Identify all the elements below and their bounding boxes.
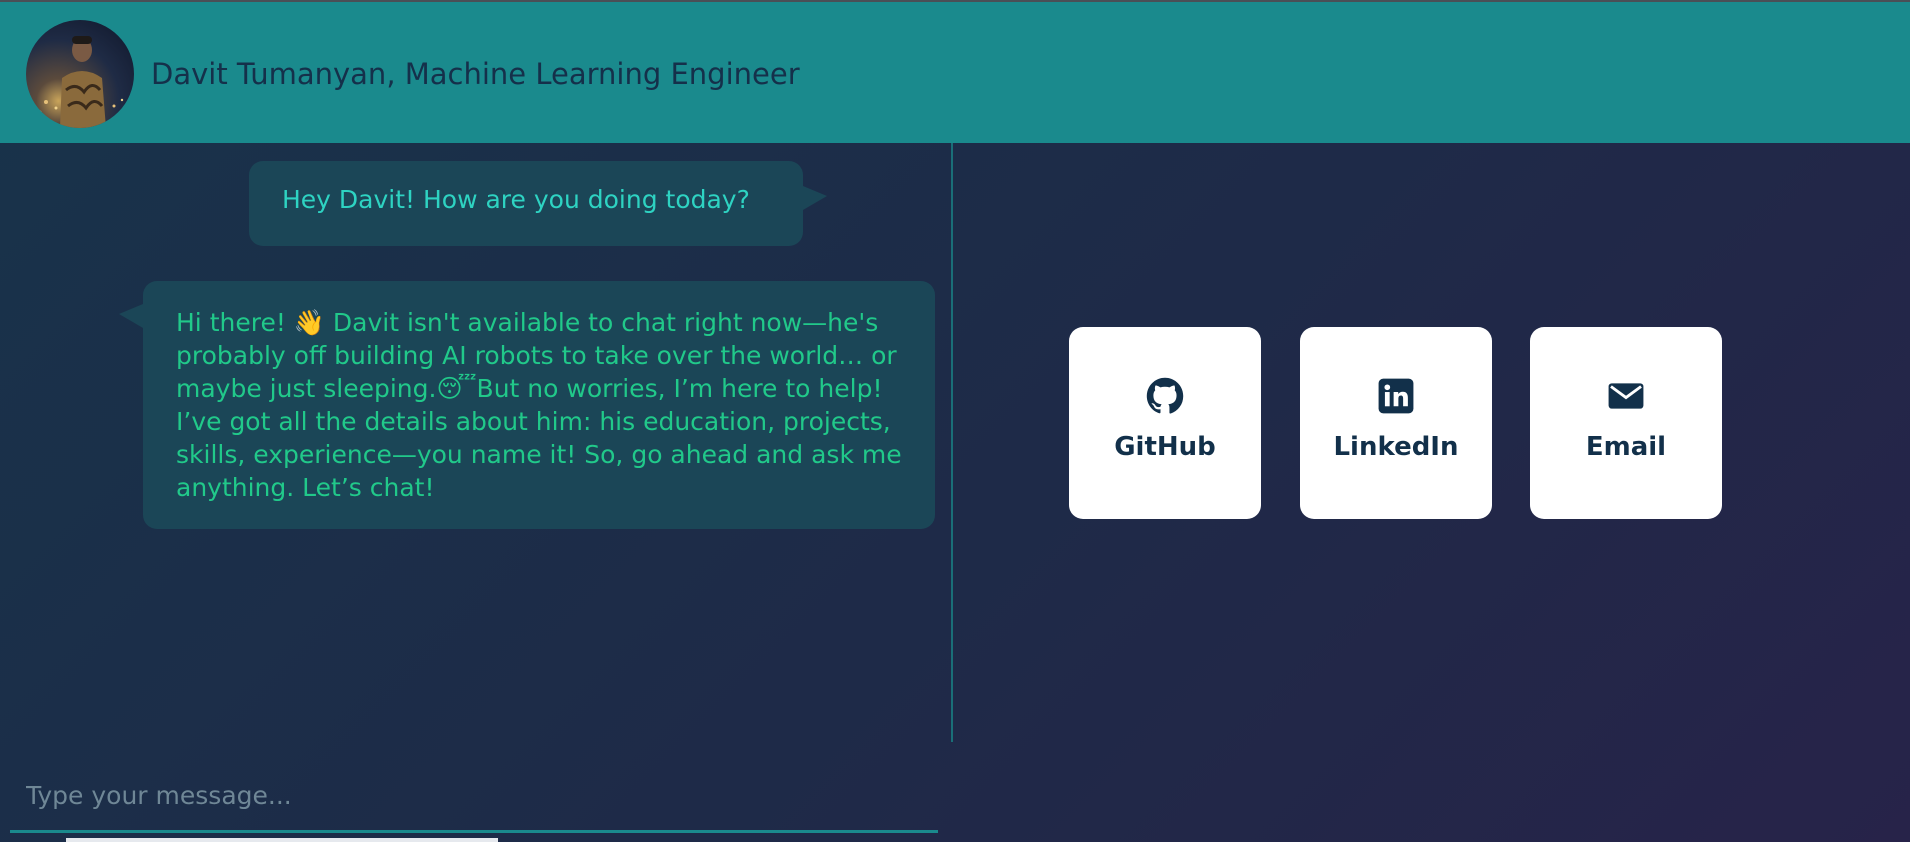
email-label: Email [1585, 432, 1667, 462]
envelope-icon [1608, 383, 1644, 409]
horizontal-scrollbar[interactable] [66, 838, 498, 842]
sleeping-face-icon: 😴 [436, 374, 477, 403]
bot-message-part: Hi there! [176, 308, 294, 337]
bot-message-text: Hi there! 👋 Davit isn't available to cha… [176, 306, 916, 504]
page-title: Davit Tumanyan, Machine Learning Enginee… [151, 57, 800, 91]
profile-photo-icon [38, 36, 124, 128]
avatar [26, 20, 134, 128]
user-message-text: Hey Davit! How are you doing today? [282, 185, 750, 214]
user-message-bubble: Hey Davit! How are you doing today? [249, 161, 827, 246]
bot-message-bubble: Hi there! 👋 Davit isn't available to cha… [119, 281, 935, 529]
linkedin-link-card[interactable]: LinkedIn [1300, 327, 1492, 519]
linkedin-label: LinkedIn [1333, 432, 1459, 462]
email-link-card[interactable]: Email [1530, 327, 1722, 519]
panel-divider [951, 143, 953, 742]
github-icon [1146, 377, 1184, 414]
header-bar: Davit Tumanyan, Machine Learning Enginee… [0, 2, 1910, 143]
waving-hand-icon: 👋 [293, 308, 325, 337]
message-input[interactable] [10, 760, 938, 830]
message-input-container [10, 760, 938, 833]
github-link-card[interactable]: GitHub [1069, 327, 1261, 519]
linkedin-icon [1378, 378, 1414, 414]
github-label: GitHub [1114, 432, 1216, 462]
